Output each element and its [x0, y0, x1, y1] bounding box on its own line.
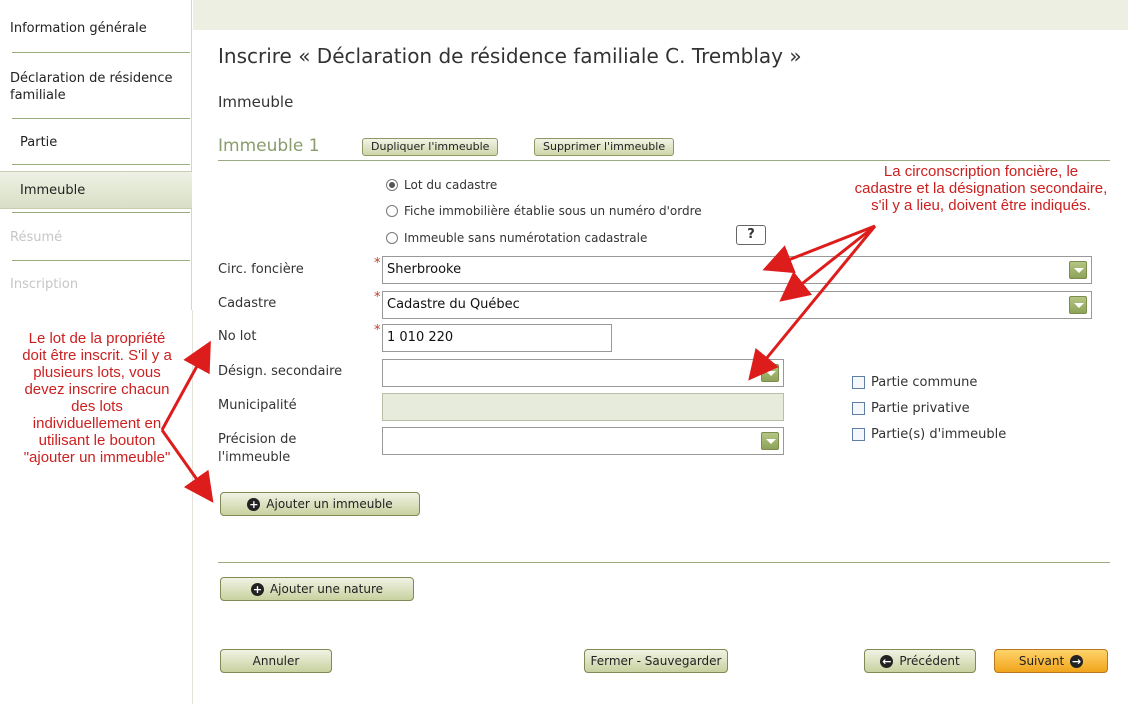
divider	[218, 160, 1110, 161]
sidebar-item-resume: Résumé	[0, 229, 192, 246]
circ-value: Sherbrooke	[387, 262, 462, 277]
sidebar-item-label: Immeuble	[20, 183, 86, 198]
radio-checked-icon	[386, 179, 398, 191]
municipalite-field	[382, 393, 784, 421]
previous-button[interactable]: ← Précédent	[864, 649, 976, 673]
next-label: Suivant	[1018, 654, 1065, 668]
page-title: Inscrire « Déclaration de résidence fami…	[218, 44, 802, 68]
cadastre-label: Cadastre	[218, 296, 277, 311]
help-button[interactable]: ?	[736, 225, 766, 245]
sidebar-item-partie[interactable]: Partie	[0, 134, 192, 151]
radio-lot-cadastre[interactable]: Lot du cadastre	[386, 178, 497, 192]
plus-icon: +	[250, 583, 264, 596]
municipalite-label: Municipalité	[218, 398, 297, 413]
previous-label: Précédent	[899, 654, 960, 668]
required-asterisk: *	[374, 256, 381, 271]
annotation-right: La circonscription foncière, le cadastre…	[854, 163, 1108, 214]
precision-label-line1: Précision de	[218, 432, 297, 447]
sidebar-divider	[12, 212, 190, 213]
lot-input[interactable]: 1 010 220	[382, 324, 612, 352]
lot-label: No lot	[218, 329, 257, 344]
radio-sans-numerotation[interactable]: Immeuble sans numérotation cadastrale	[386, 231, 647, 245]
add-nature-label: Ajouter une nature	[269, 582, 384, 596]
next-button[interactable]: Suivant →	[994, 649, 1108, 673]
checkbox-icon	[852, 428, 865, 441]
add-immeuble-label: Ajouter un immeuble	[266, 497, 393, 511]
checkbox-partie-privative[interactable]: Partie privative	[852, 401, 970, 416]
checkbox-label: Partie(s) d'immeuble	[871, 427, 1007, 442]
radio-fiche-immobiliere[interactable]: Fiche immobilière établie sous un numéro…	[386, 204, 702, 218]
sidebar-item-information-generale[interactable]: Information générale	[0, 20, 192, 37]
chevron-down-icon[interactable]	[761, 432, 779, 450]
duplicate-button[interactable]: Dupliquer l'immeuble	[362, 138, 499, 156]
chevron-down-icon[interactable]	[1069, 296, 1087, 314]
required-asterisk: *	[374, 323, 381, 338]
sidebar-divider	[12, 118, 190, 119]
add-nature-button[interactable]: + Ajouter une nature	[220, 577, 414, 601]
radio-icon	[386, 205, 398, 217]
chevron-down-icon[interactable]	[761, 364, 779, 382]
checkbox-parties-immeuble[interactable]: Partie(s) d'immeuble	[852, 427, 1006, 442]
checkbox-label: Partie commune	[871, 375, 978, 390]
lot-value: 1 010 220	[387, 330, 454, 345]
sidebar-item-immeuble[interactable]: Immeuble	[0, 171, 192, 209]
sidebar-item-inscription: Inscription	[0, 276, 192, 293]
sidebar-item-label: Résumé	[10, 230, 63, 245]
close-save-button[interactable]: Fermer - Sauvegarder	[584, 649, 728, 673]
precision-label: Précision de l'immeuble	[218, 431, 296, 467]
sidebar-item-label: Information générale	[10, 21, 147, 36]
chevron-down-icon[interactable]	[1069, 261, 1087, 279]
sidebar: Information générale Déclaration de rési…	[0, 0, 193, 704]
circ-select[interactable]: Sherbrooke	[382, 256, 1092, 284]
radio-label: Immeuble sans numérotation cadastrale	[404, 231, 648, 245]
arrow-right-icon: →	[1070, 655, 1084, 668]
divider	[218, 562, 1110, 563]
section-title: Immeuble	[218, 93, 294, 111]
cadastre-value: Cadastre du Québec	[387, 297, 520, 312]
checkbox-partie-commune[interactable]: Partie commune	[852, 375, 977, 390]
design-select[interactable]	[382, 359, 784, 387]
radio-label: Fiche immobilière établie sous un numéro…	[404, 204, 702, 218]
radio-icon	[386, 232, 398, 244]
sidebar-item-label: Partie	[20, 135, 58, 150]
checkbox-icon	[852, 402, 865, 415]
add-immeuble-button[interactable]: + Ajouter un immeuble	[220, 492, 420, 516]
sidebar-divider	[12, 164, 190, 165]
plus-icon: +	[247, 498, 261, 511]
checkbox-label: Partie privative	[871, 401, 970, 416]
required-asterisk: *	[374, 290, 381, 305]
sidebar-item-declaration[interactable]: Déclaration de résidence familiale	[0, 70, 190, 104]
design-label: Désign. secondaire	[218, 364, 343, 379]
radio-label: Lot du cadastre	[404, 178, 498, 192]
sidebar-divider	[12, 52, 190, 53]
sidebar-item-label: Inscription	[10, 277, 79, 292]
cadastre-select[interactable]: Cadastre du Québec	[382, 291, 1092, 319]
checkbox-icon	[852, 376, 865, 389]
cancel-button[interactable]: Annuler	[220, 649, 332, 673]
sidebar-item-label: Déclaration de résidence familiale	[10, 71, 173, 103]
precision-select[interactable]	[382, 427, 784, 455]
arrow-left-icon: ←	[880, 655, 894, 668]
delete-button[interactable]: Supprimer l'immeuble	[534, 138, 675, 156]
annotation-left: Le lot de la propriété doit être inscrit…	[22, 330, 172, 466]
circ-label: Circ. foncière	[218, 262, 304, 277]
precision-label-line2: l'immeuble	[218, 450, 291, 465]
sidebar-divider	[12, 260, 190, 261]
immeuble-title: Immeuble 1	[218, 136, 320, 156]
top-bar	[193, 0, 1128, 30]
